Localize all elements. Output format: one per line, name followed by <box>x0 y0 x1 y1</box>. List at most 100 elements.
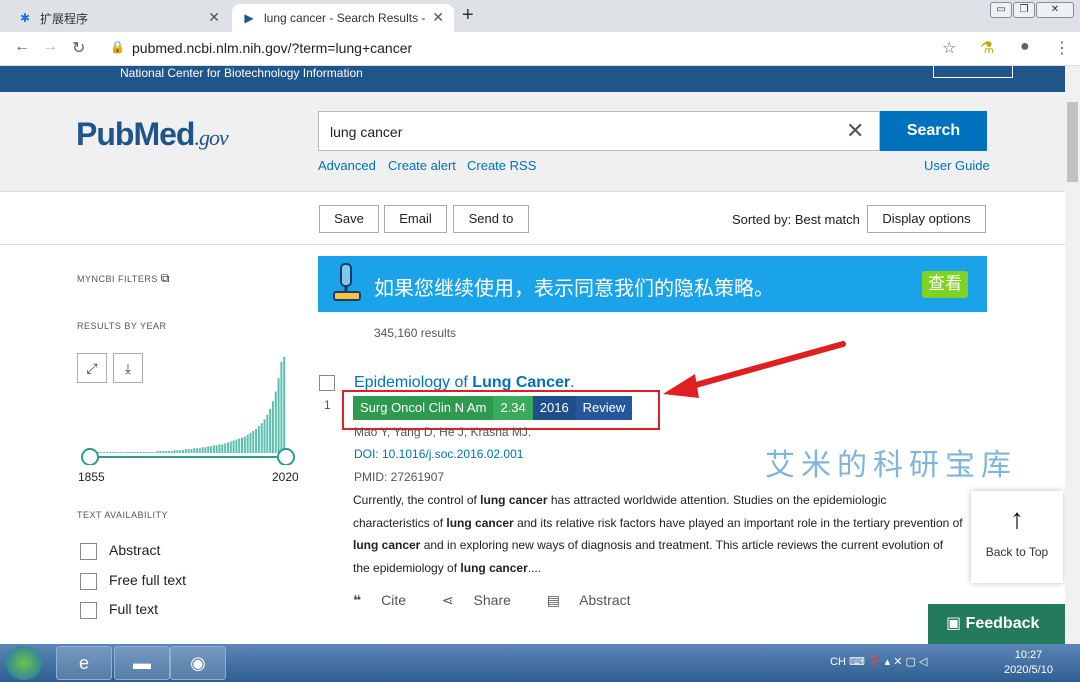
keyword-highlight: lung cancer <box>480 493 548 507</box>
histogram-bar <box>142 452 145 453</box>
maximize-button[interactable]: ❐ <box>1013 2 1035 18</box>
back-arrow-icon[interactable]: ← <box>14 38 30 56</box>
filter-full-text[interactable]: Full text <box>80 601 158 619</box>
filter-free-full-text[interactable]: Free full text <box>80 572 186 590</box>
pubmed-logo[interactable]: PubMed.gov <box>76 116 229 153</box>
tab-pubmed-search[interactable]: ▶ lung cancer - Search Results - ✕ <box>232 4 454 32</box>
histogram-bar <box>224 443 227 453</box>
pubmed-icon: ▶ <box>244 11 254 25</box>
puzzle-icon: ✱ <box>19 11 31 25</box>
scrollbar-thumb[interactable] <box>1067 102 1078 182</box>
search-button[interactable]: Search <box>880 111 987 151</box>
view-policy-button[interactable]: 查看 <box>922 271 968 298</box>
result-number: 1 <box>324 398 331 412</box>
send-to-button[interactable]: Send to <box>453 205 529 233</box>
results-count: 345,160 results <box>374 326 457 340</box>
back-to-top-button[interactable]: ↑ Back to Top <box>971 491 1063 583</box>
email-button[interactable]: Email <box>384 205 447 233</box>
feedback-button[interactable]: ▣ Feedback <box>928 604 1065 644</box>
minimize-button[interactable]: ▭ <box>990 2 1012 18</box>
histogram-bar <box>229 441 232 453</box>
privacy-banner-text: 如果您继续使用，表示同意我们的隐私策略。 <box>374 276 774 300</box>
filter-abstract[interactable]: Abstract <box>80 542 160 560</box>
create-rss-link[interactable]: Create RSS <box>467 158 536 173</box>
results-by-year-histogram[interactable] <box>78 350 300 465</box>
text-availability-heading: TEXT AVAILABILITY <box>77 510 169 520</box>
histogram-bar <box>263 419 266 453</box>
histogram-bar <box>201 447 204 453</box>
close-icon[interactable]: ✕ <box>432 9 444 26</box>
histogram-bar <box>173 450 176 453</box>
cite-button[interactable]: ❝ Cite <box>353 592 422 608</box>
histogram-bar <box>179 450 182 453</box>
histogram-bar <box>271 401 274 453</box>
year-start-handle[interactable] <box>81 448 99 465</box>
abstract-button[interactable]: ▤ Abstract <box>547 592 647 608</box>
star-icon[interactable]: ☆ <box>942 38 956 58</box>
create-alert-link[interactable]: Create alert <box>388 158 456 173</box>
sort-selector[interactable]: Sorted by: Best match <box>732 212 860 227</box>
save-button[interactable]: Save <box>319 205 379 233</box>
year-start-label: 1855 <box>78 470 105 484</box>
histogram-bar <box>134 452 137 453</box>
account-icon[interactable]: ● <box>1020 38 1030 56</box>
histogram-bar <box>246 434 249 453</box>
folder-icon[interactable]: ▬ <box>114 646 170 680</box>
histogram-bar <box>103 452 106 453</box>
abstract-text: and in exploring new ways of diagnosis a… <box>353 538 944 575</box>
histogram-bar <box>277 378 280 453</box>
histogram-bar <box>260 423 263 453</box>
window-close-button[interactable]: ✕ <box>1036 2 1074 18</box>
tab-title: lung cancer - Search Results - <box>264 11 426 25</box>
menu-icon[interactable]: ⋮ <box>1054 38 1070 58</box>
abstract-text: and its relative risk factors have playe… <box>513 515 963 530</box>
login-button[interactable] <box>933 66 1013 78</box>
user-guide-link[interactable]: User Guide <box>924 158 990 173</box>
histogram-bar <box>269 408 272 453</box>
result-abstract-snippet: Currently, the control of lung cancer ha… <box>353 489 963 579</box>
forward-arrow-icon[interactable]: → <box>42 38 58 56</box>
result-doi[interactable]: DOI: 10.1016/j.soc.2016.02.001 <box>354 447 523 461</box>
system-tray[interactable]: CH ⌨ ❓ ▴ ✕ ▢ ◁ <box>830 655 927 668</box>
histogram-bar <box>249 432 252 453</box>
taskbar-clock[interactable]: 10:27 2020/5/10 <box>1004 648 1053 678</box>
external-link-icon[interactable]: ⧉ <box>161 271 170 285</box>
histogram-bar <box>170 451 173 453</box>
url-input[interactable]: pubmed.ncbi.nlm.nih.gov/?term=lung+cance… <box>132 40 412 56</box>
start-button[interactable] <box>6 646 42 680</box>
result-checkbox[interactable] <box>319 375 335 391</box>
histogram-bar <box>159 451 162 453</box>
histogram-bar <box>122 452 125 453</box>
share-button[interactable]: ⋖ Share <box>442 592 527 608</box>
new-tab-button[interactable]: + <box>462 4 474 27</box>
histogram-bar <box>136 452 139 453</box>
histogram-bar <box>210 446 213 453</box>
search-input-value[interactable]: lung cancer <box>330 124 402 140</box>
year-end-handle[interactable] <box>277 448 295 465</box>
histogram-bar <box>156 451 159 453</box>
result-authors: Mao Y, Yang D, He J, Krasna MJ. <box>354 425 532 439</box>
chrome-icon[interactable]: ◉ <box>170 646 226 680</box>
advanced-link[interactable]: Advanced <box>318 158 376 173</box>
histogram-bar <box>204 447 207 453</box>
keyword-highlight: lung cancer <box>353 538 421 552</box>
close-icon[interactable]: ✕ <box>208 9 220 26</box>
lock-icon[interactable]: 🔒 <box>110 40 125 54</box>
checkbox[interactable] <box>80 601 97 619</box>
display-options-button[interactable]: Display options <box>867 205 986 233</box>
reload-icon[interactable]: ↻ <box>72 38 85 58</box>
tab-extensions[interactable]: ✱ 扩展程序 ✕ <box>8 4 230 32</box>
extension-icon[interactable]: ⚗ <box>980 38 994 58</box>
clear-search-icon[interactable]: ✕ <box>846 118 864 144</box>
checkbox[interactable] <box>80 572 97 590</box>
histogram-bar <box>198 448 201 453</box>
ie-icon[interactable]: e <box>56 646 112 680</box>
histogram-bar <box>212 445 215 453</box>
document-icon: ▤ <box>546 592 561 608</box>
keyword-highlight: lung cancer <box>460 560 528 575</box>
histogram-bar <box>252 430 255 453</box>
histogram-bar <box>131 452 134 453</box>
checkbox[interactable] <box>80 542 97 560</box>
ncbi-title: National Center for Biotechnology Inform… <box>120 66 363 80</box>
histogram-bar <box>181 450 184 453</box>
